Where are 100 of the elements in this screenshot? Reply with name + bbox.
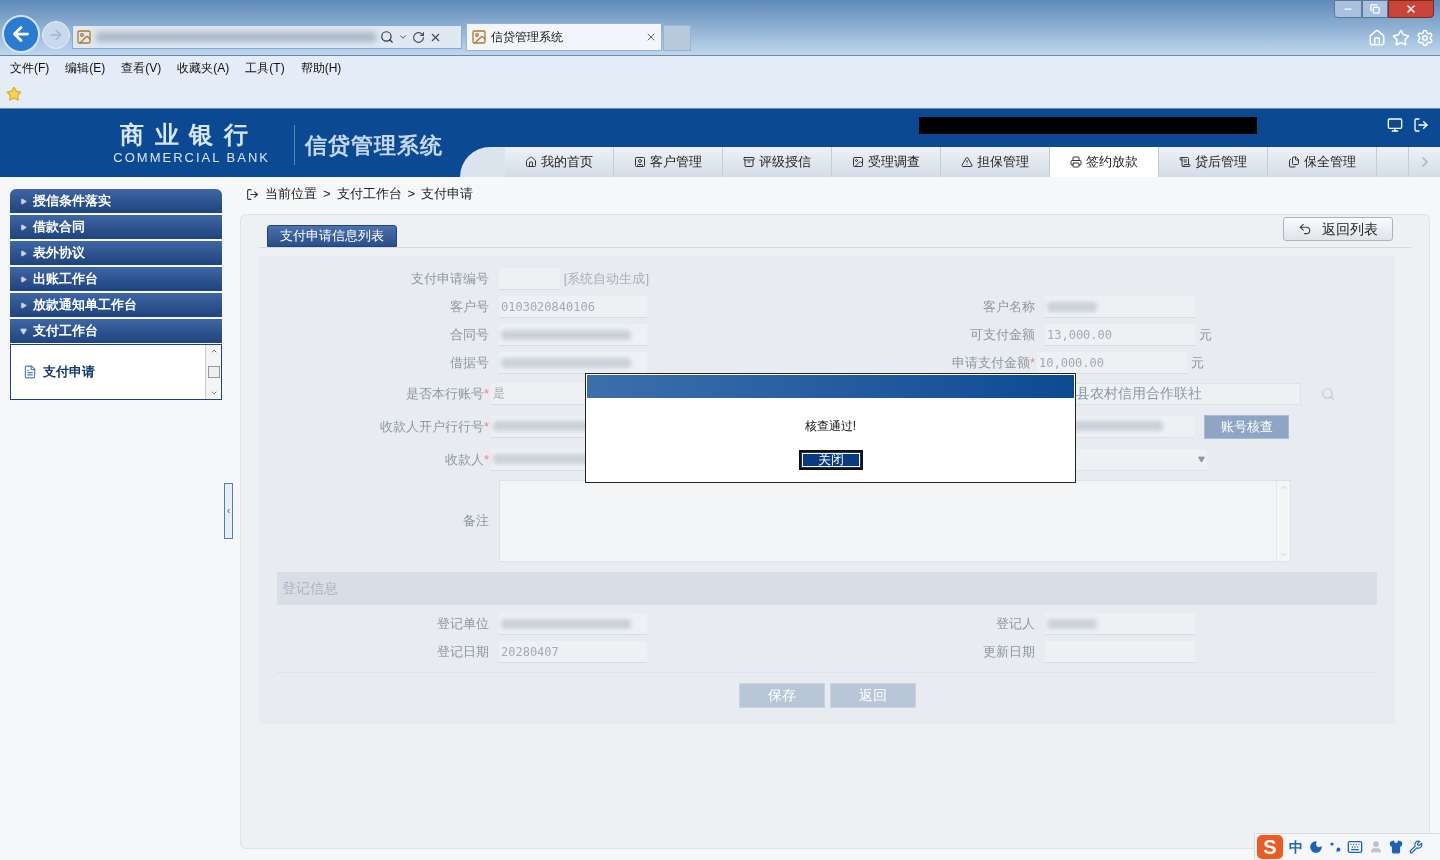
browser-tab[interactable]: 信贷管理系统 [466,23,662,51]
text-field[interactable] [1045,613,1195,635]
required-mark: * [1029,355,1035,371]
text-field[interactable] [499,613,647,635]
redacted-text [1047,301,1097,312]
home-icon[interactable] [1368,29,1386,47]
scroll-up-icon[interactable] [209,347,218,355]
restore-button[interactable] [1362,0,1388,18]
chevron-left-icon [225,507,232,515]
required-mark: * [483,451,489,467]
page-icon [76,29,92,45]
dropdown-icon[interactable] [398,32,408,42]
shirt-icon[interactable] [1389,840,1403,854]
unit-label: 元 [1199,326,1212,345]
menu-item[interactable]: 编辑(E) [65,58,106,77]
submenu-item[interactable]: 支付申请 [23,362,205,382]
search-icon[interactable] [380,30,394,44]
nav-tab[interactable]: 保全管理 [1268,147,1377,177]
nav-tab[interactable]: 签约放款 [1050,147,1159,177]
system-title: 信贷管理系统 [305,132,443,160]
sidebar-section[interactable]: 借款合同 [10,215,222,239]
field-label: 登记单位 [437,616,489,632]
punctuation-icon[interactable] [1329,841,1341,853]
dialog-message: 核查通过! [804,418,857,435]
warning-icon [961,156,973,168]
expand-arrow-icon [20,275,27,283]
monitor-icon[interactable] [1387,117,1403,133]
minimize-button[interactable] [1334,0,1362,18]
sidebar-section[interactable]: 放款通知单工作台 [10,293,222,317]
input-mode-toggle[interactable]: 中 [1289,836,1303,858]
wrench-icon[interactable] [1409,840,1423,854]
settings-icon[interactable] [1416,29,1434,47]
forward-button[interactable] [42,21,70,49]
required-mark: * [483,385,489,401]
scroll-down-icon[interactable] [209,389,218,397]
breadcrumb-item[interactable]: 支付申请 [421,184,474,204]
text-field[interactable] [1045,296,1195,318]
menu-item[interactable]: 查看(V) [121,58,162,77]
bank-logo-text: 商 业 银 行 [120,122,250,149]
field-label: 客户号 [450,299,489,315]
breadcrumb-label: 当前位置 [265,185,317,204]
field-label: 更新日期 [983,644,1035,660]
text-field[interactable] [499,268,560,290]
panel-tab[interactable]: 支付申请信息列表 [267,225,397,247]
scroll-thumb[interactable] [207,366,220,378]
favorites-star-icon[interactable] [6,85,22,102]
scrollbar[interactable] [205,345,221,399]
new-tab-button[interactable] [663,25,691,51]
nav-tab[interactable]: 评级授信 [723,147,832,177]
close-icon [1405,3,1417,15]
field-label: 可支付金额 [970,327,1035,343]
dialog-close-button[interactable]: 关闭 [798,450,863,470]
back-button[interactable] [2,15,40,53]
text-field[interactable] [499,324,647,346]
user-icon[interactable] [1369,840,1383,854]
nav-tab[interactable]: 担保管理 [941,147,1050,177]
field-label: 登记日期 [437,644,489,660]
expand-arrow-icon [20,249,27,257]
text-field[interactable] [1045,641,1195,663]
menu-item[interactable]: 帮助(H) [300,58,342,77]
sidebar-section[interactable]: 出账工作台 [10,267,222,291]
field-label: 登记人 [996,616,1035,632]
refresh-icon[interactable] [412,30,425,44]
remarks-field[interactable] [499,480,1291,562]
page-icon [471,29,487,45]
menu-item[interactable]: 文件(F) [10,58,50,77]
forward-arrow-icon [48,27,64,43]
field-label: 客户名称 [983,299,1035,315]
moon-icon[interactable] [1309,840,1323,854]
keyboard-icon[interactable] [1347,839,1363,855]
logout-icon[interactable] [1413,117,1429,133]
sidebar-section[interactable]: 支付工作台 [10,319,222,343]
menu-item[interactable]: 收藏夹(A) [177,58,230,77]
field-label: 借据号 [450,355,489,371]
caret-icon [1198,455,1205,463]
user-card-icon [634,156,646,168]
nav-tab[interactable]: 客户管理 [614,147,723,177]
nav-tab[interactable]: 贷后管理 [1159,147,1268,177]
sidebar-section[interactable]: 表外协议 [10,241,222,265]
breadcrumb-item[interactable]: 支付工作台 [336,184,402,204]
scroll-right-button[interactable] [1408,147,1440,177]
list-icon [1179,156,1191,168]
close-button[interactable] [1388,0,1434,18]
nav-tab[interactable]: 受理调查 [832,147,941,177]
favorites-icon[interactable] [1392,29,1410,47]
expand-arrow-icon [20,197,27,205]
sidebar-toggle[interactable] [224,483,233,539]
close-icon[interactable] [645,31,657,43]
sidebar-section[interactable]: 授信条件落实 [10,189,222,213]
text-field[interactable] [499,352,647,374]
menu-item[interactable]: 工具(T) [245,58,285,77]
required-mark: * [483,418,489,434]
back-to-list-button[interactable]: 返回列表 [1283,217,1393,241]
house-icon [525,156,537,168]
return-icon [1298,222,1312,236]
field-label: 收款人 [444,451,484,467]
nav-tab[interactable]: 我的首页 [505,147,614,177]
printer-icon [1070,156,1082,168]
nav-bar-corner [460,147,505,177]
location-icon [246,187,259,201]
